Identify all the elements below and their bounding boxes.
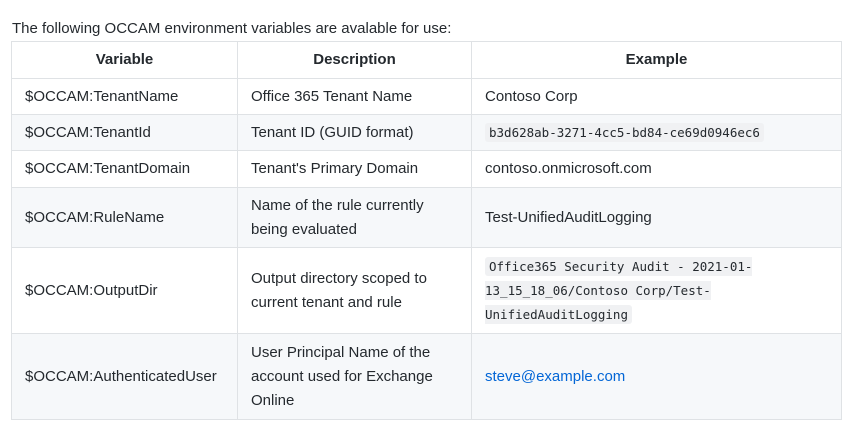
variable-cell: $OCCAM:OutputDir [11, 247, 238, 334]
column-header-description: Description [237, 41, 472, 79]
env-variables-table: Variable Description Example $OCCAM:Tena… [11, 41, 842, 420]
column-header-example: Example [471, 41, 842, 79]
description-cell: Office 365 Tenant Name [237, 78, 472, 115]
table-row: $OCCAM:OutputDir Output directory scoped… [11, 247, 842, 334]
table-row: $OCCAM:TenantDomain Tenant's Primary Dom… [11, 150, 842, 188]
description-cell: User Principal Name of the account used … [237, 333, 472, 420]
description-cell: Tenant ID (GUID format) [237, 114, 472, 151]
table-row: $OCCAM:TenantId Tenant ID (GUID format) … [11, 114, 842, 151]
example-cell: Office365 Security Audit - 2021-01-13_15… [471, 247, 842, 334]
description-cell: Name of the rule currently being evaluat… [237, 187, 472, 248]
example-code: b3d628ab-3271-4cc5-bd84-ce69d0946ec6 [485, 122, 764, 142]
intro-text: The following OCCAM environment variable… [12, 20, 452, 37]
example-cell: Test-UnifiedAuditLogging [471, 187, 842, 248]
example-cell: contoso.onmicrosoft.com [471, 150, 842, 188]
example-cell: Contoso Corp [471, 78, 842, 115]
example-code: Office365 Security Audit - 2021-01-13_15… [485, 256, 753, 324]
table-header-row: Variable Description Example [11, 41, 842, 79]
table-row: $OCCAM:RuleName Name of the rule current… [11, 187, 842, 248]
example-cell: b3d628ab-3271-4cc5-bd84-ce69d0946ec6 [471, 114, 842, 151]
variable-cell: $OCCAM:RuleName [11, 187, 238, 248]
variable-cell: $OCCAM:TenantName [11, 78, 238, 115]
example-cell: steve@example.com [471, 333, 842, 420]
column-header-variable: Variable [11, 41, 238, 79]
description-cell: Tenant's Primary Domain [237, 150, 472, 188]
description-cell: Output directory scoped to current tenan… [237, 247, 472, 334]
table-row: $OCCAM:AuthenticatedUser User Principal … [11, 333, 842, 420]
email-link[interactable]: steve@example.com [485, 368, 625, 385]
table-row: $OCCAM:TenantName Office 365 Tenant Name… [11, 78, 842, 115]
variable-cell: $OCCAM:AuthenticatedUser [11, 333, 238, 420]
variable-cell: $OCCAM:TenantId [11, 114, 238, 151]
variable-cell: $OCCAM:TenantDomain [11, 150, 238, 188]
